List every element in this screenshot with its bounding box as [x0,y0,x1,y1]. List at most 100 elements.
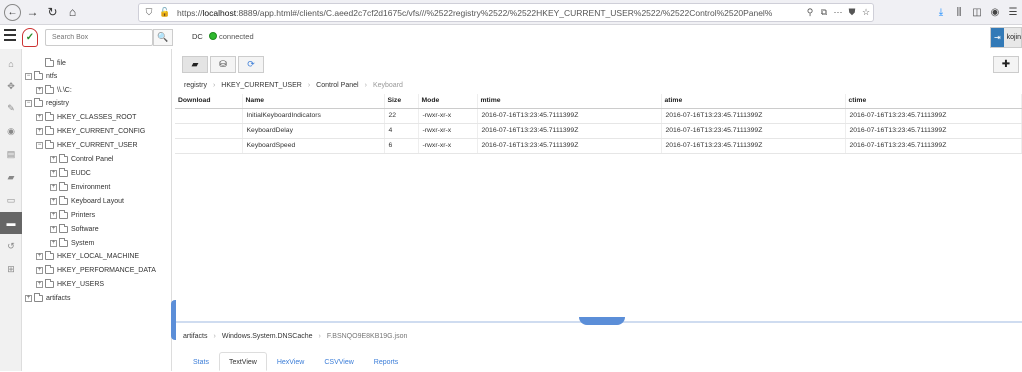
side-nav: ⌂ ✥ ✎ ◉ ▤ ▰ ▭ ▬ ↺ ⊞ [0,49,22,371]
col-download[interactable]: Download [175,94,243,109]
table-row[interactable]: KeyboardSpeed 6 -rwxr-xr-x 2016-07-16T13:23… [175,138,1022,154]
tree-node[interactable]: − HKEY_CURRENT_USER [36,139,138,151]
tree-node[interactable]: + HKEY_USERS [36,278,104,290]
collapse-icon[interactable]: − [25,72,32,80]
tree-node[interactable]: + Control Panel [50,153,113,165]
pocket-icon[interactable]: ⛊ [845,7,859,18]
breadcrumb-item[interactable]: Windows.System.DNSCache [222,333,313,340]
col-ctime[interactable]: ctime [845,94,1022,109]
wrench-icon[interactable]: ✎ [0,97,22,119]
library-icon[interactable]: ⫼ [950,7,968,18]
reload-icon[interactable]: ↻ [44,4,61,21]
expand-icon[interactable]: + [36,252,43,260]
expand-icon[interactable]: + [50,155,57,163]
binoculars-icon[interactable]: ⊞ [0,258,22,280]
tree-collapse-handle[interactable] [171,300,176,340]
folder-open-icon[interactable]: ▬ [0,212,22,234]
hamburger-icon[interactable] [4,29,16,42]
expand-icon[interactable]: + [50,225,57,233]
sidebar-toggle-icon[interactable]: ◫ [968,7,986,18]
status-dot-icon [209,32,217,40]
laptop-icon[interactable]: ▭ [0,189,22,211]
expand-icon[interactable]: + [36,280,43,288]
forward-icon[interactable]: → [24,4,41,21]
table-row[interactable]: InitialKeyboardIndicators 22 -rwxr-xr-x 201… [175,108,1022,124]
breadcrumb-item: Keyboard [372,82,403,89]
tab-hexview[interactable]: HexView [267,352,315,371]
tab-stats[interactable]: Stats [183,352,219,371]
url-bar[interactable]: ⛉ 🔓 https://localhost:8889/app.html#/cli… [138,3,874,22]
history-icon[interactable]: ↺ [0,235,22,257]
folder-icon [59,167,68,177]
key-icon[interactable]: ⚲ [803,7,817,18]
crosshair-icon[interactable]: ✥ [0,75,22,97]
col-name[interactable]: Name [242,94,385,109]
search-icon[interactable]: 🔍 [153,29,173,46]
bookmark-star-icon[interactable]: ☆ [859,7,873,18]
expand-icon[interactable]: + [36,266,43,274]
tree-node[interactable]: + HKEY_LOCAL_MACHINE [36,250,139,262]
tab-csvview[interactable]: CSVView [314,352,363,371]
lock-icon[interactable]: 🔓 [159,7,171,18]
shield-icon[interactable]: ⛉ [143,7,155,18]
eye-icon[interactable]: ◉ [0,120,22,142]
tree-node[interactable]: + HKEY_CLASSES_ROOT [36,111,136,123]
tab-reports[interactable]: Reports [364,352,409,371]
download-icon[interactable]: ⤓ [932,7,950,18]
tree-node[interactable]: + Software [50,223,99,235]
breadcrumb-item[interactable]: registry [184,82,207,89]
expand-icon[interactable]: + [50,211,57,219]
collapse-icon[interactable]: − [25,99,32,107]
back-icon[interactable]: ← [4,3,21,21]
col-mtime[interactable]: mtime [477,94,662,109]
tree-node[interactable]: − registry [25,97,69,109]
home-icon[interactable]: ⌂ [64,4,81,21]
tree-node[interactable]: + HKEY_PERFORMANCE_DATA [36,264,156,276]
tree-node[interactable]: + artifacts [25,292,71,304]
breadcrumb-item[interactable]: artifacts [183,333,208,340]
tree-node[interactable]: + \\.\C: [36,84,72,96]
tree-node[interactable]: + EUDC [50,167,91,179]
folder-open-button[interactable]: ▰ [182,56,208,73]
folder-sync-button[interactable]: ⟳ [238,56,264,73]
expand-icon[interactable]: + [50,169,57,177]
search-input[interactable] [45,29,153,46]
extension-icon[interactable]: ◉ [986,7,1004,18]
tree-node[interactable]: + System [50,237,94,249]
home-icon[interactable]: ⌂ [0,53,22,75]
tree-node-label: EUDC [71,169,91,177]
breadcrumb-item[interactable]: Control Panel [316,82,358,89]
expand-icon[interactable]: + [36,86,43,94]
tab-textview[interactable]: TextView [218,352,267,371]
col-mode[interactable]: Mode [418,94,478,109]
list-icon[interactable]: ▤ [0,143,22,165]
tree-node[interactable]: file [36,57,66,69]
app-logo[interactable]: ✓ [22,28,38,47]
tree-node[interactable]: + HKEY_CURRENT_CONFIG [36,125,145,137]
collapse-icon[interactable]: − [36,141,43,149]
table-row[interactable]: KeyboardDelay 4 -rwxr-xr-x 2016-07-16T13:23… [175,123,1022,139]
expand-icon[interactable]: + [36,113,43,121]
refresh-folder-button[interactable]: ⛁ [210,56,236,73]
settings-button[interactable]: ✚ [993,56,1019,73]
book-icon[interactable]: ▰ [0,166,22,188]
pane-resize-handle[interactable] [579,317,625,325]
expand-icon[interactable]: + [50,239,57,247]
expand-icon[interactable]: + [25,294,32,302]
tree-node[interactable]: + Printers [50,209,95,221]
breadcrumb-item[interactable]: HKEY_CURRENT_USER [221,82,302,89]
user-button[interactable]: ⇥ kojin [990,27,1022,48]
url-text[interactable]: https://localhost:8889/app.html#/clients… [177,8,803,18]
tree-node[interactable]: − ntfs [25,70,57,82]
expand-icon[interactable]: + [50,197,57,205]
col-size[interactable]: Size [384,94,419,109]
expand-icon[interactable]: + [36,127,43,135]
tree-node[interactable]: + Keyboard Layout [50,195,124,207]
tree-node-label: artifacts [46,294,71,302]
tree-node[interactable]: + Environment [50,181,110,193]
expand-icon[interactable]: + [50,183,57,191]
page-actions-icon[interactable]: ⧉ [817,7,831,18]
menu-icon[interactable]: ☰ [1004,7,1022,18]
more-icon[interactable]: ⋯ [831,7,845,18]
col-atime[interactable]: atime [661,94,846,109]
